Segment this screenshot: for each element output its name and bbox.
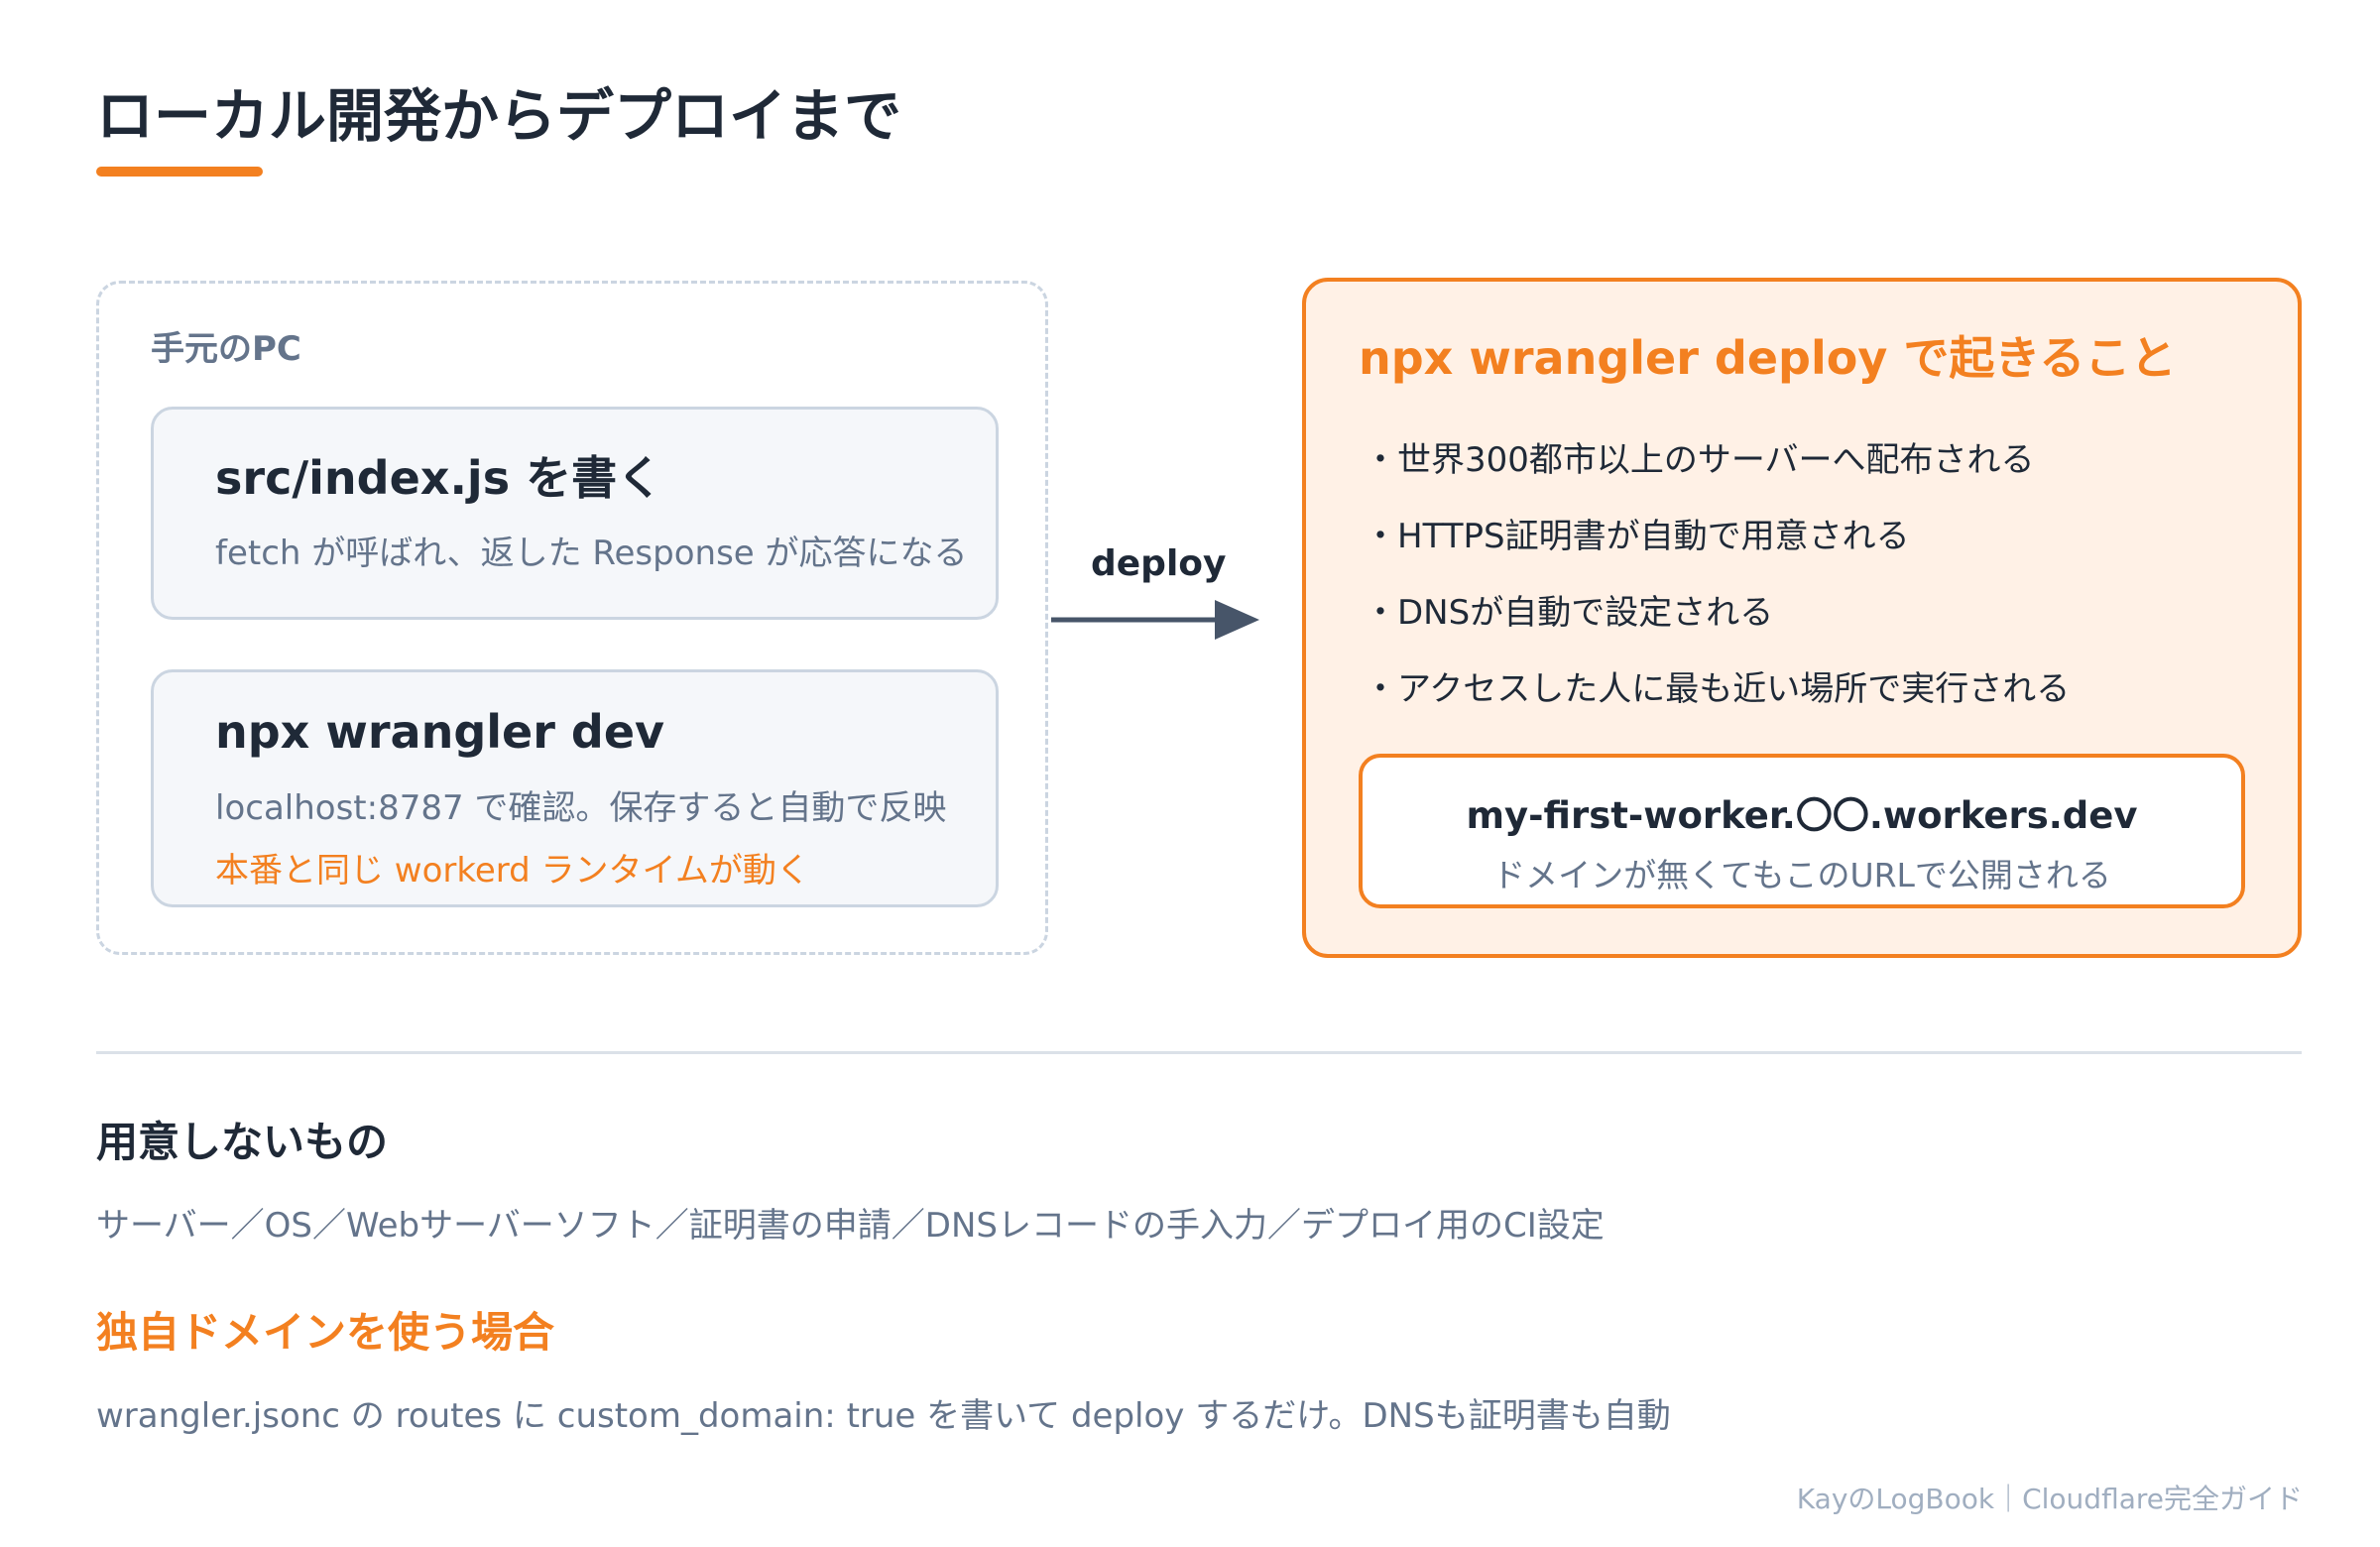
custom-domain-heading: 独自ドメインを使う場合 <box>96 1308 555 1357</box>
workers-url-note: ドメインが無くてもこのURLで公開される <box>1492 856 2111 894</box>
deploy-item: ・HTTPS証明書が自動で用意される <box>1364 517 1910 556</box>
section-divider <box>96 1051 2302 1054</box>
write-code-title: src/index.js を書く <box>215 451 663 505</box>
deploy-item: ・世界300都市以上のサーバーへ配布される <box>1364 440 2035 480</box>
wrangler-dev-title: npx wrangler dev <box>215 705 665 759</box>
wrangler-dev-card: npx wrangler dev localhost:8787 で確認。保存する… <box>151 669 999 907</box>
deploy-result-title: npx wrangler deploy で起きること <box>1359 331 2177 385</box>
write-code-card: src/index.js を書く fetch が呼ばれ、返した Response… <box>151 407 999 620</box>
deploy-arrow <box>1051 600 1259 640</box>
deploy-item: ・DNSが自動で設定される <box>1364 593 1774 633</box>
title-underline <box>96 167 263 177</box>
not-needed-heading: 用意しないもの <box>96 1118 389 1166</box>
workers-url-box: my-first-worker.〇〇.workers.dev ドメインが無くても… <box>1359 754 2245 908</box>
not-needed-text: サーバー／OS／Webサーバーソフト／証明書の申請／DNSレコードの手入力／デプ… <box>96 1206 1605 1246</box>
wrangler-dev-subtitle: localhost:8787 で確認。保存すると自動で反映 <box>215 788 947 828</box>
wrangler-dev-note: 本番と同じ workerd ランタイムが動く <box>215 851 810 891</box>
local-pc-label: 手元のPC <box>151 329 301 369</box>
custom-domain-text: wrangler.jsonc の routes に custom_domain:… <box>96 1396 1671 1436</box>
page-title: ローカル開発からデプロイまで <box>96 82 902 150</box>
write-code-subtitle: fetch が呼ばれ、返した Response が応答になる <box>215 534 968 573</box>
deploy-arrow-label: deploy <box>1091 543 1227 584</box>
workers-url: my-first-worker.〇〇.workers.dev <box>1466 794 2138 837</box>
footer-credit: KayのLogBook｜Cloudflare完全ガイド <box>1796 1483 2303 1515</box>
deploy-item: ・アクセスした人に最も近い場所で実行される <box>1364 669 2071 709</box>
